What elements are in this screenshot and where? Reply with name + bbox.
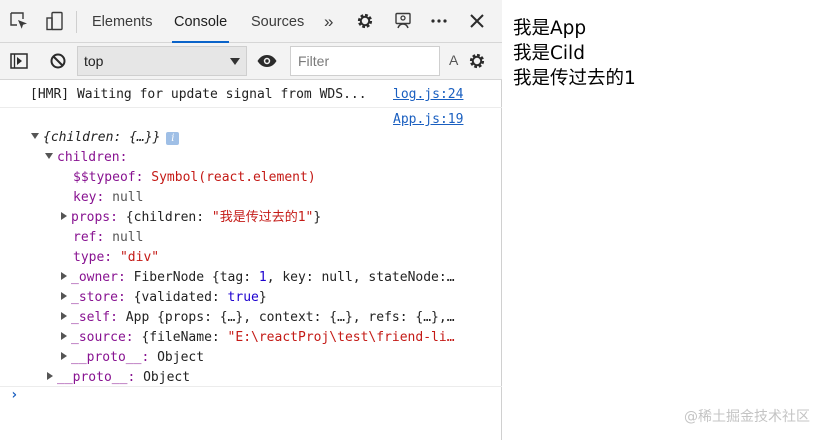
console-prompt-chevron-icon[interactable]: ›: [10, 387, 18, 403]
property-key: ref:: [73, 230, 105, 245]
chevron-down-icon: [230, 58, 240, 65]
property-string-value: "我是传过去的1": [211, 210, 314, 225]
property-row[interactable]: _owner: FiberNode {tag: 1, key: null, st…: [61, 269, 455, 287]
settings-gear-icon[interactable]: [354, 10, 376, 32]
log-levels-dropdown[interactable]: A: [449, 52, 458, 68]
property-key: _store:: [71, 290, 126, 305]
expand-triangle-icon: [31, 133, 39, 139]
property-value: Object: [143, 370, 191, 385]
page-text-child: 我是Cild: [513, 43, 585, 64]
property-key: props:: [71, 210, 118, 225]
more-options-icon[interactable]: [428, 10, 450, 32]
property-key: type:: [73, 250, 113, 265]
expand-triangle-icon: [61, 312, 67, 320]
property-key: children:: [57, 150, 128, 165]
property-value-end: }: [313, 210, 322, 225]
watermark: @稀土掘金技术社区: [684, 409, 810, 425]
property-row: ref: null: [73, 229, 143, 247]
clear-console-icon[interactable]: [47, 50, 69, 72]
info-icon: i: [166, 132, 180, 145]
property-key: _owner:: [71, 270, 126, 285]
expand-triangle-icon: [47, 372, 53, 380]
tab-sources[interactable]: Sources: [249, 0, 306, 43]
execution-context-select[interactable]: top: [77, 46, 247, 76]
property-value: "div": [119, 250, 160, 265]
property-value-end: }: [258, 290, 267, 305]
object-summary: {children: {…}}: [43, 130, 161, 145]
feedback-icon[interactable]: [392, 10, 414, 32]
property-value: null: [112, 230, 144, 245]
property-value-end: , key: null, stateNode:…: [266, 270, 455, 285]
property-key: __proto__:: [71, 350, 150, 365]
property-number-value: 1: [258, 270, 267, 285]
page-text-passed: 我是传过去的1: [513, 68, 636, 89]
expand-triangle-icon: [61, 292, 67, 300]
expand-triangle-icon: [61, 212, 67, 220]
close-icon[interactable]: [466, 10, 488, 32]
property-row[interactable]: _source: {fileName: "E:\reactProj\test\f…: [61, 329, 455, 347]
live-expression-eye-icon[interactable]: [256, 50, 278, 72]
device-emulation-icon[interactable]: [44, 10, 66, 32]
console-output: [HMR] Waiting for update signal from WDS…: [0, 81, 502, 440]
property-value: {children:: [125, 210, 212, 225]
page-text-app: 我是App: [513, 18, 587, 39]
page-viewport: 我是App 我是Cild 我是传过去的1 @稀土掘金技术社区: [503, 0, 826, 440]
property-row[interactable]: __proto__: Object: [61, 349, 204, 367]
console-settings-gear-icon[interactable]: [466, 50, 488, 72]
property-string-value: "E:\reactProj\test\friend-li…: [227, 330, 455, 345]
more-tabs-button[interactable]: »: [322, 0, 335, 43]
property-key: $$typeof:: [73, 170, 144, 185]
property-row[interactable]: props: {children: "我是传过去的1"}: [61, 209, 321, 227]
console-message-text: [HMR] Waiting for update signal from WDS…: [30, 87, 367, 102]
property-row[interactable]: _store: {validated: true}: [61, 289, 267, 307]
console-message: [HMR] Waiting for update signal from WDS…: [0, 81, 502, 108]
console-message: App.js:19 {children: {…}} i children: $$t…: [0, 108, 502, 387]
devtools-tabbar: Elements Console Sources »: [0, 0, 502, 43]
property-value: Symbol(react.element): [151, 170, 316, 185]
inspect-element-icon[interactable]: [8, 10, 30, 32]
source-link-log[interactable]: log.js:24: [393, 87, 463, 102]
execution-context-value: top: [84, 53, 104, 69]
property-value: null: [112, 190, 144, 205]
console-toolbar: top A: [0, 43, 502, 80]
object-children-row[interactable]: children:: [45, 149, 127, 167]
property-row: key: null: [73, 189, 143, 207]
tab-elements[interactable]: Elements: [90, 0, 154, 43]
property-row[interactable]: _self: App {props: {…}, context: {…}, re…: [61, 309, 455, 327]
source-link-app[interactable]: App.js:19: [393, 112, 463, 127]
object-root-row[interactable]: {children: {…}} i: [31, 129, 180, 147]
property-value: {validated:: [133, 290, 228, 305]
property-key: __proto__:: [57, 370, 136, 385]
property-row[interactable]: __proto__: Object: [47, 369, 190, 387]
expand-triangle-icon: [61, 352, 67, 360]
property-value: Object: [157, 350, 205, 365]
sidebar-toggle-icon[interactable]: [8, 50, 30, 72]
property-value: FiberNode {tag:: [133, 270, 259, 285]
tabbar-divider: [76, 11, 77, 33]
property-value: App {props: {…}, context: {…}, refs: {…}…: [125, 310, 455, 325]
expand-triangle-icon: [61, 272, 67, 280]
expand-triangle-icon: [61, 332, 67, 340]
property-bool-value: true: [227, 290, 259, 305]
property-row: type: "div": [73, 249, 159, 267]
expand-triangle-icon: [45, 153, 53, 159]
tab-console[interactable]: Console: [172, 0, 230, 43]
property-row: $$typeof: Symbol(react.element): [73, 169, 316, 187]
property-key: _source:: [71, 330, 134, 345]
filter-input[interactable]: [290, 46, 440, 76]
property-key: key:: [73, 190, 105, 205]
property-value: {fileName:: [141, 330, 228, 345]
devtools-panel: Elements Console Sources » top Filter A …: [0, 0, 502, 440]
property-key: _self:: [71, 310, 118, 325]
